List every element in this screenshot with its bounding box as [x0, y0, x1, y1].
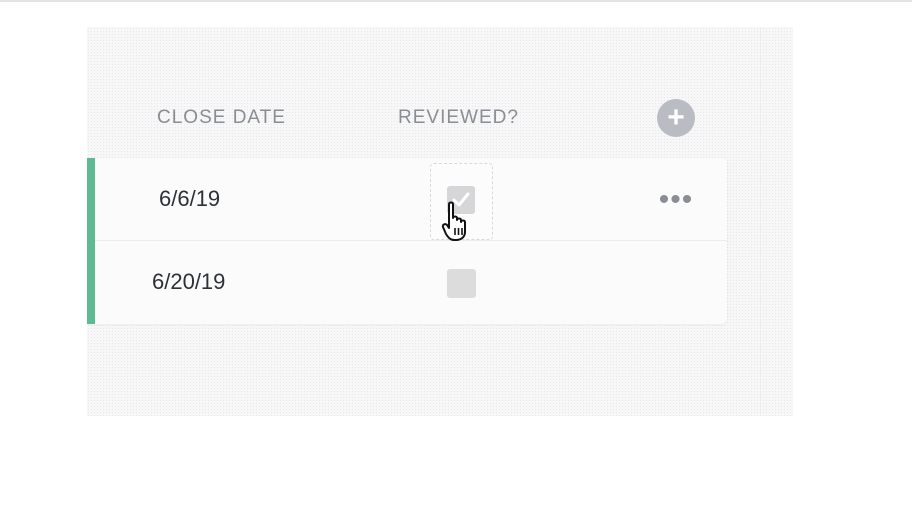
ellipsis-icon: ••• [658, 183, 694, 216]
column-header-reviewed[interactable]: REVIEWED? [398, 107, 519, 129]
reviewed-checkbox[interactable] [447, 269, 476, 298]
close-date-cell[interactable]: 6/6/19 [159, 186, 220, 212]
row-more-button[interactable]: ••• [656, 185, 696, 215]
column-header-close-date[interactable]: CLOSE DATE [157, 107, 286, 129]
group-accent-bar [87, 158, 95, 324]
hand-pointer-icon [441, 201, 466, 241]
close-date-cell[interactable]: 6/20/19 [152, 269, 225, 295]
top-divider [0, 0, 912, 2]
panel-column-divider [760, 27, 761, 416]
plus-circle-icon: + [667, 101, 685, 134]
add-column-button[interactable]: + [657, 99, 695, 137]
